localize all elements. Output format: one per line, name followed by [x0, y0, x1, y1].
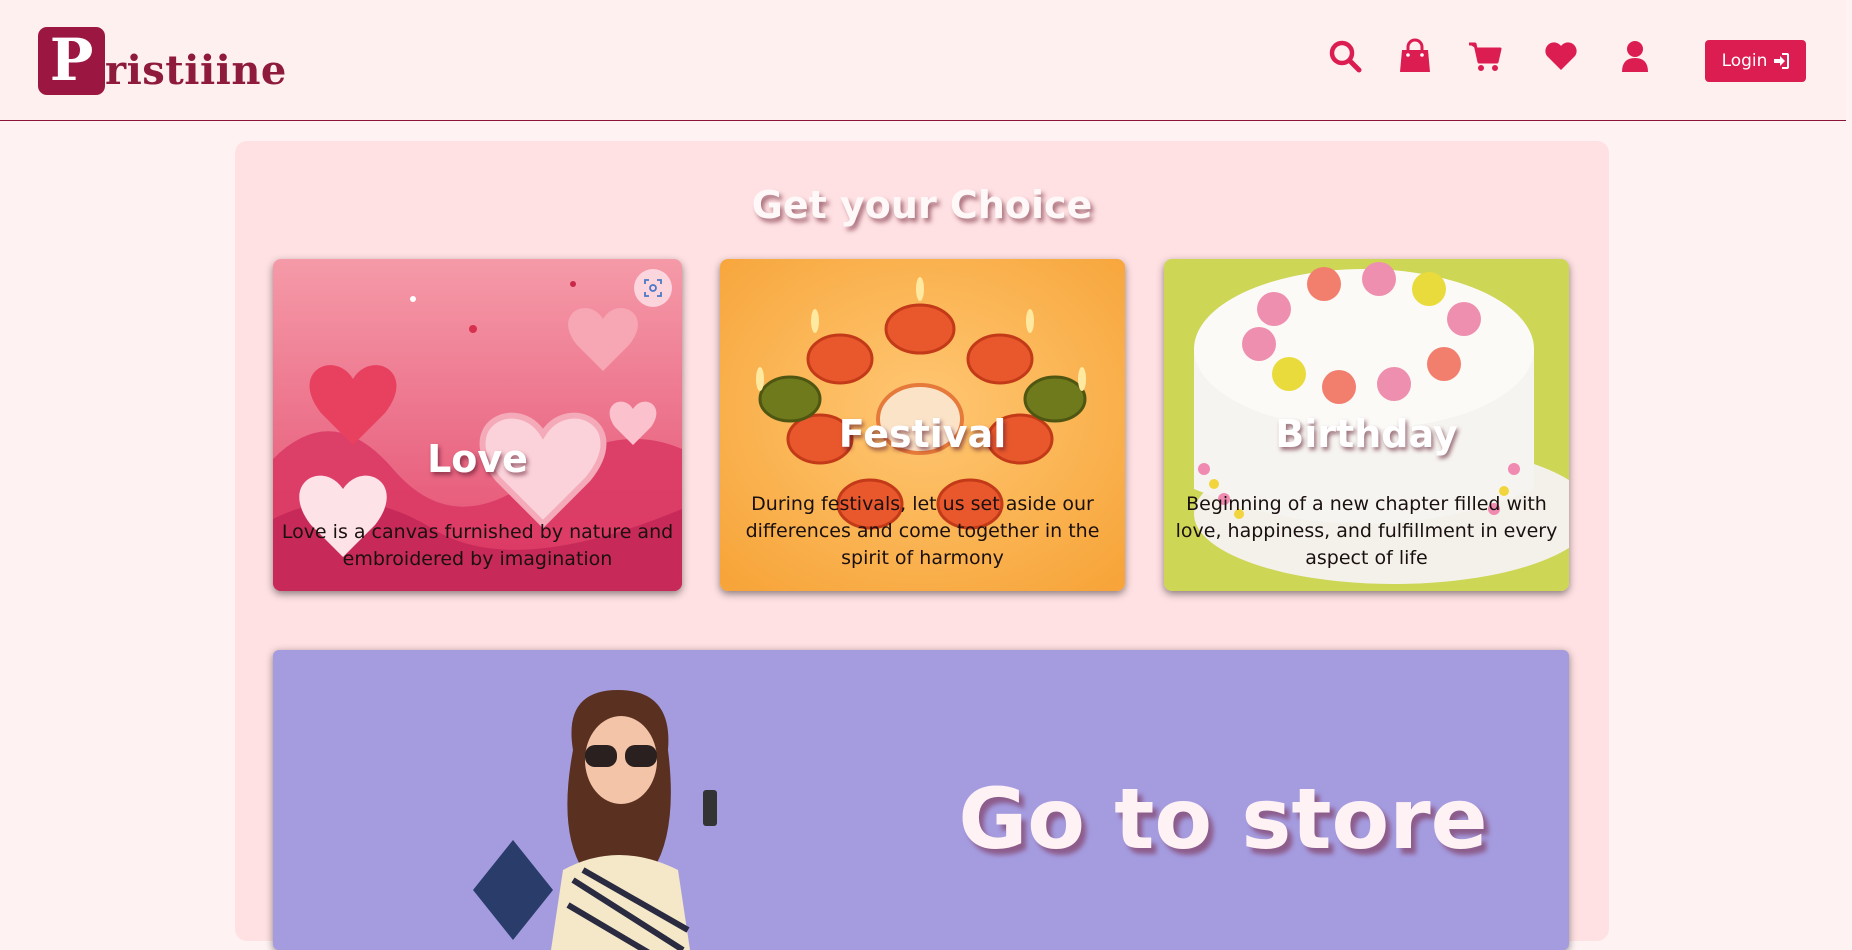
cart-icon[interactable]	[1467, 38, 1503, 74]
sign-in-icon	[1774, 53, 1790, 69]
card-description: Beginning of a new chapter filled with l…	[1175, 493, 1558, 569]
login-label: Login	[1721, 51, 1768, 71]
store-title: Go to store	[958, 770, 1488, 868]
visual-search-icon[interactable]	[634, 269, 672, 307]
card-title: Birthday	[1275, 412, 1458, 456]
card-description: Love is a canvas furnished by nature and…	[281, 521, 674, 570]
card-description: During festivals, let us set aside our d…	[745, 493, 1100, 569]
section-title: Get your Choice	[751, 183, 1093, 227]
card-title: Festival	[838, 412, 1007, 456]
choice-card-love[interactable]: Love Love is a canvas furnished by natur…	[273, 259, 682, 591]
heart-icon[interactable]	[1543, 38, 1579, 74]
card-title: Love	[427, 437, 528, 481]
top-navbar: P ristiiine Login	[0, 0, 1846, 121]
user-icon[interactable]	[1617, 38, 1653, 74]
shopping-bag-icon[interactable]	[1397, 38, 1433, 74]
choice-card-festival[interactable]: Festival During festivals, let us set as…	[720, 259, 1125, 591]
logo-letter: P	[38, 27, 105, 95]
brand-logo[interactable]: P ristiiine	[38, 25, 287, 95]
login-button[interactable]: Login	[1705, 40, 1806, 82]
store-banner[interactable]: Go to store	[273, 650, 1569, 950]
shopper-image	[473, 690, 717, 950]
choice-card-birthday[interactable]: Birthday Beginning of a new chapter fill…	[1164, 259, 1569, 591]
logo-text: ristiiine	[105, 47, 287, 94]
search-icon[interactable]	[1327, 38, 1363, 74]
